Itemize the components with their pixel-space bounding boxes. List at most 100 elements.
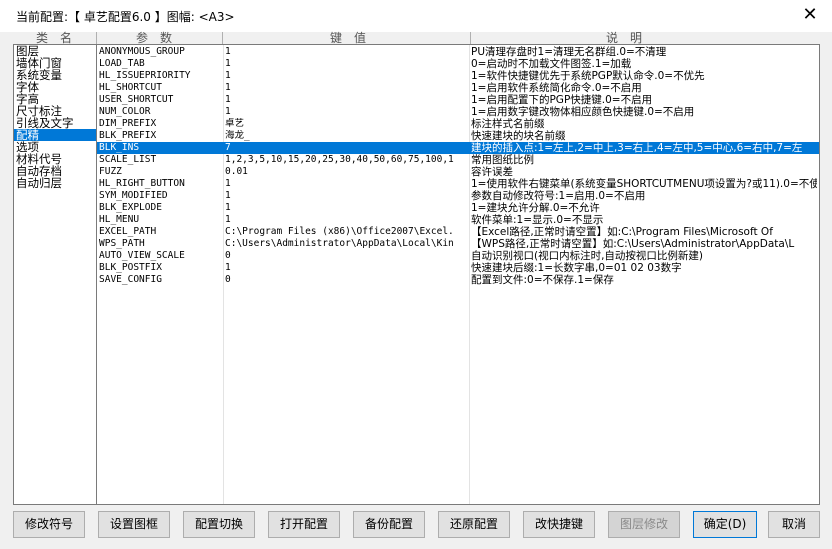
param-cell: LOAD_TAB (99, 58, 145, 69)
value-cell[interactable]: 1 (225, 70, 465, 82)
desc-cell: 建块的插入点:1=左上,2=中上,3=右上,4=左中,5=中心,6=右中,7=左 (471, 142, 803, 154)
table-row[interactable]: BLK_INS 7 建块的插入点:1=左上,2=中上,3=右上,4=左中,5=中心,… (97, 142, 819, 154)
value-cell[interactable]: 1,2,3,5,10,15,20,25,30,40,50,60,75,100,1 (225, 154, 465, 166)
desc-cell: PU清理存盘时1=清理无名群组.0=不清理 (471, 46, 667, 58)
param-cell: FUZZ (99, 166, 122, 177)
value-cell[interactable]: 卓艺 (225, 118, 465, 130)
desc-cell: 自动识别视口(视口内标注时,自动按视口比例新建) (471, 250, 704, 262)
param-cell: EXCEL_PATH (99, 226, 157, 237)
param-cell: SAVE_CONFIG (99, 274, 162, 285)
param-cell: SCALE_LIST (99, 154, 157, 165)
param-cell: BLK_EXPLODE (99, 202, 162, 213)
param-cell: NUM_COLOR (99, 106, 151, 117)
table-row[interactable]: NUM_COLOR 1 1=启用数字键改物体相应颜色快捷键.0=不启用 (97, 106, 819, 118)
value-cell[interactable]: 1 (225, 106, 465, 118)
table-row[interactable]: FUZZ 0.01 容许误差 (97, 166, 819, 178)
value-cell[interactable]: 0.01 (225, 166, 465, 178)
desc-cell: 1=使用软件右键菜单(系统变量SHORTCUTMENU项设置为?或11).0=不… (471, 178, 817, 190)
desc-cell: 0=启动时不加载文件图签.1=加载 (471, 58, 632, 70)
desc-cell: 配置到文件:0=不保存.1=保存 (471, 274, 614, 286)
window-title: 当前配置:【 卓艺配置6.0 】图幅: <A3> (16, 10, 235, 24)
param-cell: BLK_PREFIX (99, 130, 157, 141)
desc-cell: 参数自动修改符号:1=启用.0=不启用 (471, 190, 646, 202)
param-cell: HL_MENU (99, 214, 140, 225)
param-cell: HL_ISSUEPRIORITY (99, 70, 191, 81)
ok-button[interactable]: 确定(D) (693, 511, 757, 538)
table-row[interactable]: ANONYMOUS_GROUP 1 PU清理存盘时1=清理无名群组.0=不清理 (97, 46, 819, 58)
param-cell: DIM_PREFIX (99, 118, 157, 129)
layer-modify-button[interactable]: 图层修改 (608, 511, 680, 538)
param-cell: HL_RIGHT_BUTTON (99, 178, 185, 189)
table-row[interactable]: LOAD_TAB 1 0=启动时不加载文件图签.1=加载 (97, 58, 819, 70)
param-cell: AUTO_VIEW_SCALE (99, 250, 185, 261)
param-cell: ANONYMOUS_GROUP (99, 46, 185, 57)
param-cell: USER_SHORTCUT (99, 94, 174, 105)
backup-config-button[interactable]: 备份配置 (353, 511, 425, 538)
open-config-button[interactable]: 打开配置 (268, 511, 340, 538)
desc-cell: 1=启用配置下的PGP快捷键.0=不启用 (471, 94, 653, 106)
value-cell[interactable]: 1 (225, 202, 465, 214)
param-cell: HL_SHORTCUT (99, 82, 162, 93)
restore-config-button[interactable]: 还原配置 (438, 511, 510, 538)
category-list[interactable]: 图层 墙体门窗 系统变量 字体 字高 尺寸标注 引线及文字 配精 选项 材料代号 自动存档 自动归层 (13, 44, 98, 505)
param-cell: SYM_MODIFIED (99, 190, 168, 201)
table-row[interactable]: HL_ISSUEPRIORITY 1 1=软件快捷键优先于系统PGP默认命令.0=不… (97, 70, 819, 82)
desc-cell: 快速建块后缀:1=长数字串,0=01 02 03数字 (471, 262, 682, 274)
value-cell[interactable]: 1 (225, 190, 465, 202)
desc-cell: 1=启用软件系统简化命令.0=不启用 (471, 82, 642, 94)
table-row[interactable]: AUTO_VIEW_SCALE 0 自动识别视口(视口内标注时,自动按视口比例新建) (97, 250, 819, 262)
edit-shortcut-button[interactable]: 改快捷键 (523, 511, 595, 538)
param-cell: BLK_POSTFIX (99, 262, 162, 273)
value-cell[interactable]: 1 (225, 178, 465, 190)
value-cell[interactable]: 海龙_ (225, 130, 465, 142)
value-cell[interactable]: C:\Program Files (x86)\Office2007\Excel. (225, 226, 465, 238)
value-cell[interactable]: 1 (225, 214, 465, 226)
param-cell: BLK_INS (99, 142, 140, 153)
cancel-button[interactable]: 取消 (768, 511, 820, 538)
table-row[interactable]: HL_RIGHT_BUTTON 1 1=使用软件右键菜单(系统变量SHORTCUTM… (97, 178, 819, 190)
title-bar: 当前配置:【 卓艺配置6.0 】图幅: <A3> ✕ (0, 0, 832, 32)
desc-cell: 【Excel路径,正常时请空置】如:C:\Program Files\Micro… (471, 226, 773, 238)
header-value[interactable]: 键值 (330, 32, 378, 44)
value-cell[interactable]: 7 (225, 142, 465, 154)
desc-cell: 1=软件快捷键优先于系统PGP默认命令.0=不优先 (471, 70, 705, 82)
modify-symbol-button[interactable]: 修改符号 (13, 511, 85, 538)
value-cell[interactable]: 0 (225, 250, 465, 262)
table-row[interactable]: BLK_EXPLODE 1 1=建块允许分解.0=不允许 (97, 202, 819, 214)
header-desc[interactable]: 说明 (606, 32, 654, 44)
table-row[interactable]: BLK_PREFIX 海龙_ 快速建块的块名前缀 (97, 130, 819, 142)
table-row[interactable]: USER_SHORTCUT 1 1=启用配置下的PGP快捷键.0=不启用 (97, 94, 819, 106)
value-cell[interactable]: 1 (225, 58, 465, 70)
value-cell[interactable]: 0 (225, 274, 465, 286)
table-row[interactable]: HL_SHORTCUT 1 1=启用软件系统简化命令.0=不启用 (97, 82, 819, 94)
param-cell: WPS_PATH (99, 238, 145, 249)
value-cell[interactable]: 1 (225, 262, 465, 274)
desc-cell: 标注样式名前缀 (471, 118, 545, 130)
table-row[interactable]: DIM_PREFIX 卓艺 标注样式名前缀 (97, 118, 819, 130)
value-cell[interactable]: C:\Users\Administrator\AppData\Local\Kin (225, 238, 465, 250)
table-row[interactable]: SAVE_CONFIG 0 配置到文件:0=不保存.1=保存 (97, 274, 819, 286)
desc-cell: 容许误差 (471, 166, 513, 178)
table-row[interactable]: SYM_MODIFIED 1 参数自动修改符号:1=启用.0=不启用 (97, 190, 819, 202)
category-item[interactable]: 自动归层 (14, 177, 97, 189)
value-cell[interactable]: 1 (225, 46, 465, 58)
table-row[interactable]: WPS_PATH C:\Users\Administrator\AppData\L… (97, 238, 819, 250)
switch-config-button[interactable]: 配置切换 (183, 511, 255, 538)
config-table[interactable]: ANONYMOUS_GROUP 1 PU清理存盘时1=清理无名群组.0=不清理 LOA… (96, 44, 820, 505)
table-row[interactable]: BLK_POSTFIX 1 快速建块后缀:1=长数字串,0=01 02 03数字 (97, 262, 819, 274)
value-cell[interactable]: 1 (225, 94, 465, 106)
desc-cell: 常用图纸比例 (471, 154, 534, 166)
value-cell[interactable]: 1 (225, 82, 465, 94)
header-category[interactable]: 类名 (36, 32, 84, 44)
close-icon[interactable]: ✕ (798, 4, 822, 26)
table-row[interactable]: HL_MENU 1 软件菜单:1=显示.0=不显示 (97, 214, 819, 226)
header-divider (96, 32, 97, 44)
desc-cell: 快速建块的块名前缀 (471, 130, 566, 142)
header-param[interactable]: 参数 (136, 32, 184, 44)
desc-cell: 1=建块允许分解.0=不允许 (471, 202, 600, 214)
table-row[interactable]: EXCEL_PATH C:\Program Files (x86)\Office2… (97, 226, 819, 238)
desc-cell: 【WPS路径,正常时请空置】如:C:\Users\Administrator\A… (471, 238, 795, 250)
set-frame-button[interactable]: 设置图框 (98, 511, 170, 538)
table-row[interactable]: SCALE_LIST 1,2,3,5,10,15,20,25,30,40,50,6… (97, 154, 819, 166)
desc-cell: 软件菜单:1=显示.0=不显示 (471, 214, 604, 226)
